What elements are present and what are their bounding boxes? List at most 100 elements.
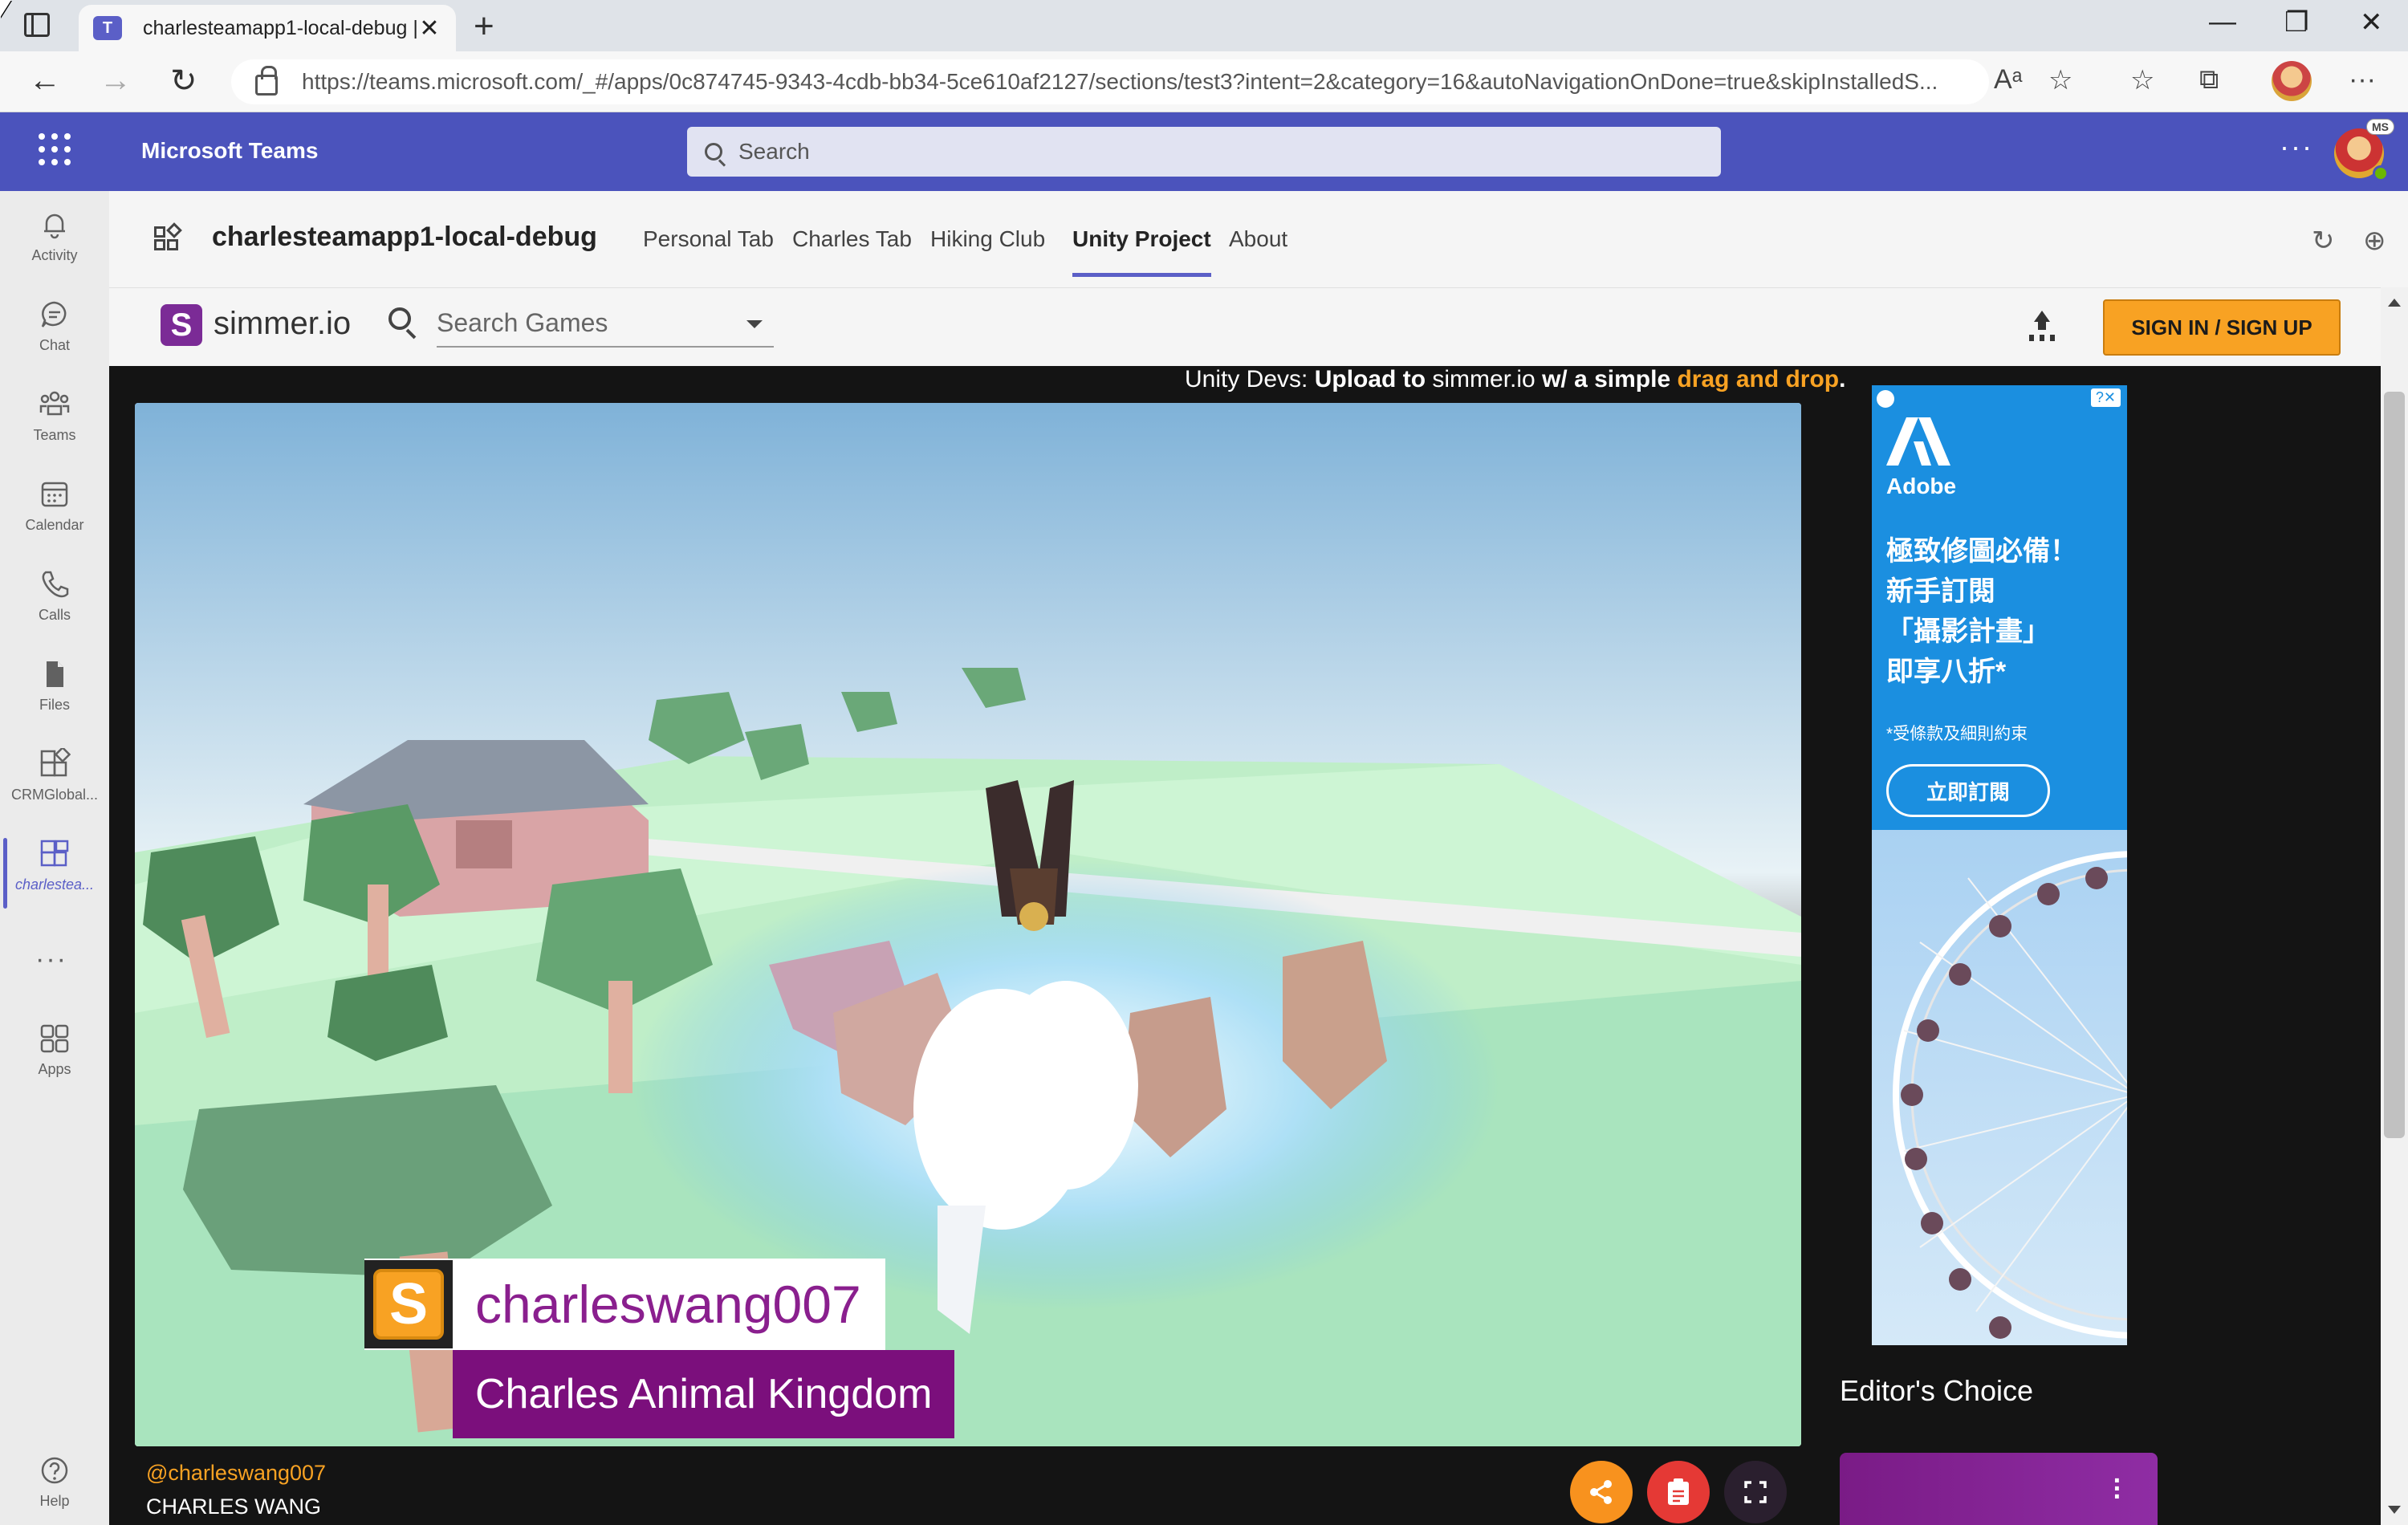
rail-item-calendar[interactable]: Calendar [0,478,109,559]
unity-game-canvas[interactable]: S charleswang007 Charles Animal Kingdom [135,403,1801,1446]
game-area: Unity Devs: Upload to simmer.io w/ a sim… [109,366,2381,1525]
scroll-up-icon[interactable] [2388,299,2401,307]
overlay-game-title[interactable]: Charles Animal Kingdom [453,1350,955,1438]
editors-choice-card[interactable]: · · · [1840,1453,2158,1525]
tab-personal[interactable]: Personal Tab [643,226,774,252]
clipboard-icon [1668,1478,1689,1505]
game-search-input[interactable] [437,303,726,343]
ad-choices-icon[interactable]: ?✕ [2090,388,2121,407]
rail-item-activity[interactable]: Activity [0,209,109,289]
share-button[interactable] [1570,1461,1633,1523]
overlay-username[interactable]: charleswang007 [453,1274,861,1335]
tab-about[interactable]: About [1229,226,1287,252]
banner-text-1: Unity Devs: [1185,366,1315,392]
rail-label: Activity [31,247,78,263]
add-favorite-icon[interactable]: ☆ [2048,64,2072,96]
author-handle[interactable]: @charleswang007 [146,1461,326,1486]
ad-banner[interactable]: ?✕ Adobe 極致修圖必備！ 新手訂閱 「攝影計畫」 即享八折* *受條款及… [1872,385,2127,1345]
rail-label: Teams [33,427,76,443]
simmer-brand[interactable]: simmer.io [214,306,351,342]
left-rail: Activity Chat Teams Calendar Calls Files [0,191,109,1525]
teams-header: Microsoft Teams ··· MS [0,112,2408,191]
page-scrollbar[interactable] [2381,287,2408,1525]
rail-item-calls[interactable]: Calls [0,568,109,649]
minimize-icon[interactable]: — [2209,6,2236,38]
kebab-menu-icon[interactable]: · · · [2113,1467,2122,1511]
rail-label: Chat [39,337,71,353]
game-search[interactable] [437,303,774,348]
rail-item-chat[interactable]: Chat [0,299,109,379]
close-tab-icon[interactable]: ✕ [417,14,441,43]
app-launcher-icon[interactable] [39,133,71,165]
collections-icon[interactable]: ⧉ [2199,64,2219,96]
browser-menu-icon[interactable]: ··· [2349,64,2376,96]
browser-tab[interactable]: T charlesteamapp1-local-debug | M ✕ [79,5,456,51]
rail-item-help[interactable]: Help [0,1454,109,1525]
rail-item-crmglobal[interactable]: CRMGlobal... [0,746,109,828]
upload-banner[interactable]: Unity Devs: Upload to simmer.io w/ a sim… [1185,366,1845,393]
restore-icon[interactable]: ❐ [2284,6,2308,39]
rail-label: Apps [38,1061,71,1077]
rail-label: Help [39,1493,70,1509]
ad-cta-button[interactable]: 立即訂閱 [1886,764,2050,817]
lock-icon[interactable] [255,66,278,96]
teams-icon [39,388,71,421]
teams-search-box[interactable] [687,127,1721,177]
upload-icon[interactable] [2028,311,2056,340]
teams-search-input[interactable] [738,139,1702,165]
sign-in-button[interactable]: SIGN IN / SIGN UP [2103,299,2341,356]
fullscreen-button[interactable] [1724,1461,1787,1523]
favorites-icon[interactable]: ☆ [2130,64,2154,96]
rail-item-files[interactable]: Files [0,658,109,738]
ferris-wheel-image [1893,851,2127,1339]
reload-tab-icon[interactable]: ↻ [2312,225,2335,257]
game-author-overlay[interactable]: S charleswang007 [364,1259,885,1350]
browser-profile-avatar[interactable] [2272,61,2312,101]
author-name: CHARLES WANG [146,1494,322,1519]
ad-headline-line: 新手訂閱 [1886,576,1995,607]
editors-choice-heading: Editor's Choice [1840,1374,2033,1407]
adobe-logo-icon [1886,417,1950,466]
simmer-logo-icon[interactable]: S [161,304,202,346]
tab-actions-icon[interactable] [24,13,50,37]
banner-text-3: simmer.io [1426,366,1543,392]
rail-label: charlestea... [14,876,95,893]
ad-headline-line: 「攝影計畫」 [1886,616,2050,647]
scroll-down-icon[interactable] [2388,1506,2401,1514]
browser-tabstrip: T charlesteamapp1-local-debug | M ✕ + — … [0,0,2408,51]
rail-item-charlesteamapp[interactable]: charlestea... [0,838,109,918]
banner-text-2: Upload to [1314,366,1426,392]
tab-charles[interactable]: Charles Tab [792,226,912,252]
rail-label: Files [39,697,70,713]
new-tab-icon[interactable]: + [474,6,494,47]
rail-item-teams[interactable]: Teams [0,388,109,469]
fullscreen-icon [1744,1481,1767,1503]
tab-unity-project[interactable]: Unity Project [1072,226,1211,277]
forward-icon[interactable]: → [100,63,132,99]
url-text[interactable]: https://teams.microsoft.com/_#/apps/0c87… [302,69,1965,95]
browser-tab-title: charlesteamapp1-local-debug | M [143,16,417,39]
ad-headline-line: 即享八折* [1886,657,2007,687]
ad-info-icon[interactable] [1877,390,1894,408]
scrollbar-thumb[interactable] [2384,392,2405,1138]
refresh-icon[interactable]: ↻ [170,63,197,100]
back-icon[interactable]: ← [29,63,61,99]
chevron-down-icon[interactable] [746,320,763,328]
ad-top-panel[interactable]: ?✕ Adobe 極致修圖必備！ 新手訂閱 「攝影計畫」 即享八折* *受條款及… [1872,385,2127,830]
simmer-badge-icon: S [364,1260,453,1348]
tab-hiking-club[interactable]: Hiking Club [930,226,1045,252]
ad-photo[interactable] [1872,830,2127,1345]
close-window-icon[interactable]: ✕ [2360,6,2383,39]
read-aloud-icon[interactable]: Aᵃ [1994,64,2022,96]
rail-item-apps[interactable]: Apps [0,1023,109,1103]
address-bar[interactable]: https://teams.microsoft.com/_#/apps/0c87… [231,59,1989,104]
search-icon [388,307,411,330]
ad-headline-line: 極致修圖必備！ [1886,536,2077,567]
more-options-icon[interactable]: ··· [2280,130,2313,164]
globe-icon[interactable]: ⊕ [2363,225,2386,257]
more-apps-icon[interactable]: ··· [35,944,67,975]
apps-icon [39,1023,71,1055]
chat-icon [39,299,71,331]
clipboard-button[interactable] [1647,1461,1710,1523]
simmer-toolbar: S simmer.io SIGN IN / SIGN UP [109,287,2408,366]
